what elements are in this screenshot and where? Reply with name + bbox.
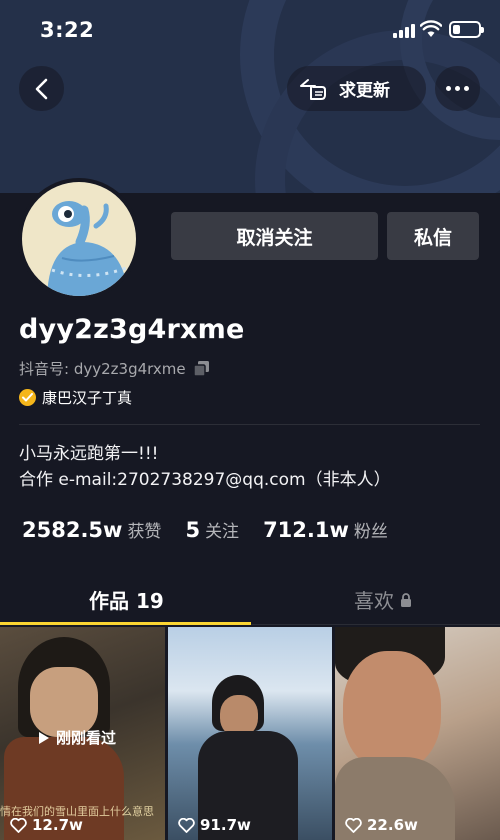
battery-icon: [449, 21, 484, 38]
video-likes-count: 22.6w: [367, 816, 418, 834]
hand-pointer-icon: [300, 78, 326, 100]
followers-label[interactable]: 粉丝: [354, 517, 388, 542]
request-update-button[interactable]: 求更新: [287, 66, 426, 111]
play-icon: [39, 731, 49, 744]
bio: 小马永远跑第一!!! 合作 e-mail:2702738297@qq.com（非…: [19, 441, 391, 493]
video-likes: 12.7w: [10, 816, 83, 834]
bio-line-1: 小马永远跑第一!!!: [19, 444, 159, 464]
bio-line-2: 合作 e-mail:2702738297@qq.com（非本人）: [19, 470, 391, 490]
just-watched-label: 刚刚看过: [56, 729, 117, 747]
wifi-icon: [420, 20, 442, 37]
verified-name: 康巴汉子丁真: [42, 389, 133, 407]
divider: [19, 424, 480, 425]
unfollow-button[interactable]: 取消关注: [171, 212, 378, 260]
video-likes: 91.7w: [178, 816, 251, 834]
back-icon: [35, 78, 47, 99]
message-button[interactable]: 私信: [387, 212, 479, 260]
douyin-id: dyy2z3g4rxme: [73, 360, 186, 378]
username: dyy2z3g4rxme: [19, 314, 245, 345]
just-watched-badge: 刚刚看过: [38, 727, 116, 748]
douyin-id-row: 抖音号: dyy2z3g4rxme: [19, 358, 209, 379]
back-button[interactable]: [19, 66, 64, 111]
request-update-label: 求更新: [339, 81, 390, 101]
stats-row: 2582.5w 获赞 5 关注 712.1w 粉丝: [22, 517, 412, 542]
tab-works[interactable]: 作品 19: [89, 585, 164, 614]
signal-icon: [393, 24, 417, 38]
likes-count[interactable]: 2582.5w: [22, 518, 122, 542]
copy-icon[interactable]: [193, 361, 209, 376]
status-bar: 3:22: [0, 0, 500, 60]
verified-icon: [19, 389, 36, 406]
video-thumbnail[interactable]: 刚刚看过 情在我们的雪山里面上什么意思 12.7w: [0, 627, 165, 840]
tab-indicator: [0, 622, 251, 625]
heart-icon: [178, 817, 195, 833]
video-likes-count: 91.7w: [200, 816, 251, 834]
tab-likes-label: 喜欢: [354, 589, 394, 613]
verified-row: 康巴汉子丁真: [19, 387, 132, 408]
likes-label[interactable]: 获赞: [127, 517, 161, 542]
video-likes-count: 12.7w: [32, 816, 83, 834]
avatar-illustration: [47, 201, 128, 296]
followers-count[interactable]: 712.1w: [263, 518, 349, 542]
following-label[interactable]: 关注: [205, 517, 239, 542]
video-thumbnail[interactable]: 91.7w: [168, 627, 332, 840]
avatar[interactable]: [18, 178, 140, 300]
status-time: 3:22: [40, 18, 95, 42]
more-button[interactable]: [435, 66, 480, 111]
heart-icon: [10, 817, 27, 833]
tab-likes[interactable]: 喜欢: [354, 585, 412, 614]
lock-icon: [401, 592, 411, 607]
more-icon: [446, 86, 469, 91]
douyin-id-label: 抖音号:: [19, 360, 70, 378]
video-likes: 22.6w: [345, 816, 418, 834]
following-count[interactable]: 5: [185, 518, 200, 542]
video-thumbnail[interactable]: 22.6w: [335, 627, 500, 840]
heart-icon: [345, 817, 362, 833]
